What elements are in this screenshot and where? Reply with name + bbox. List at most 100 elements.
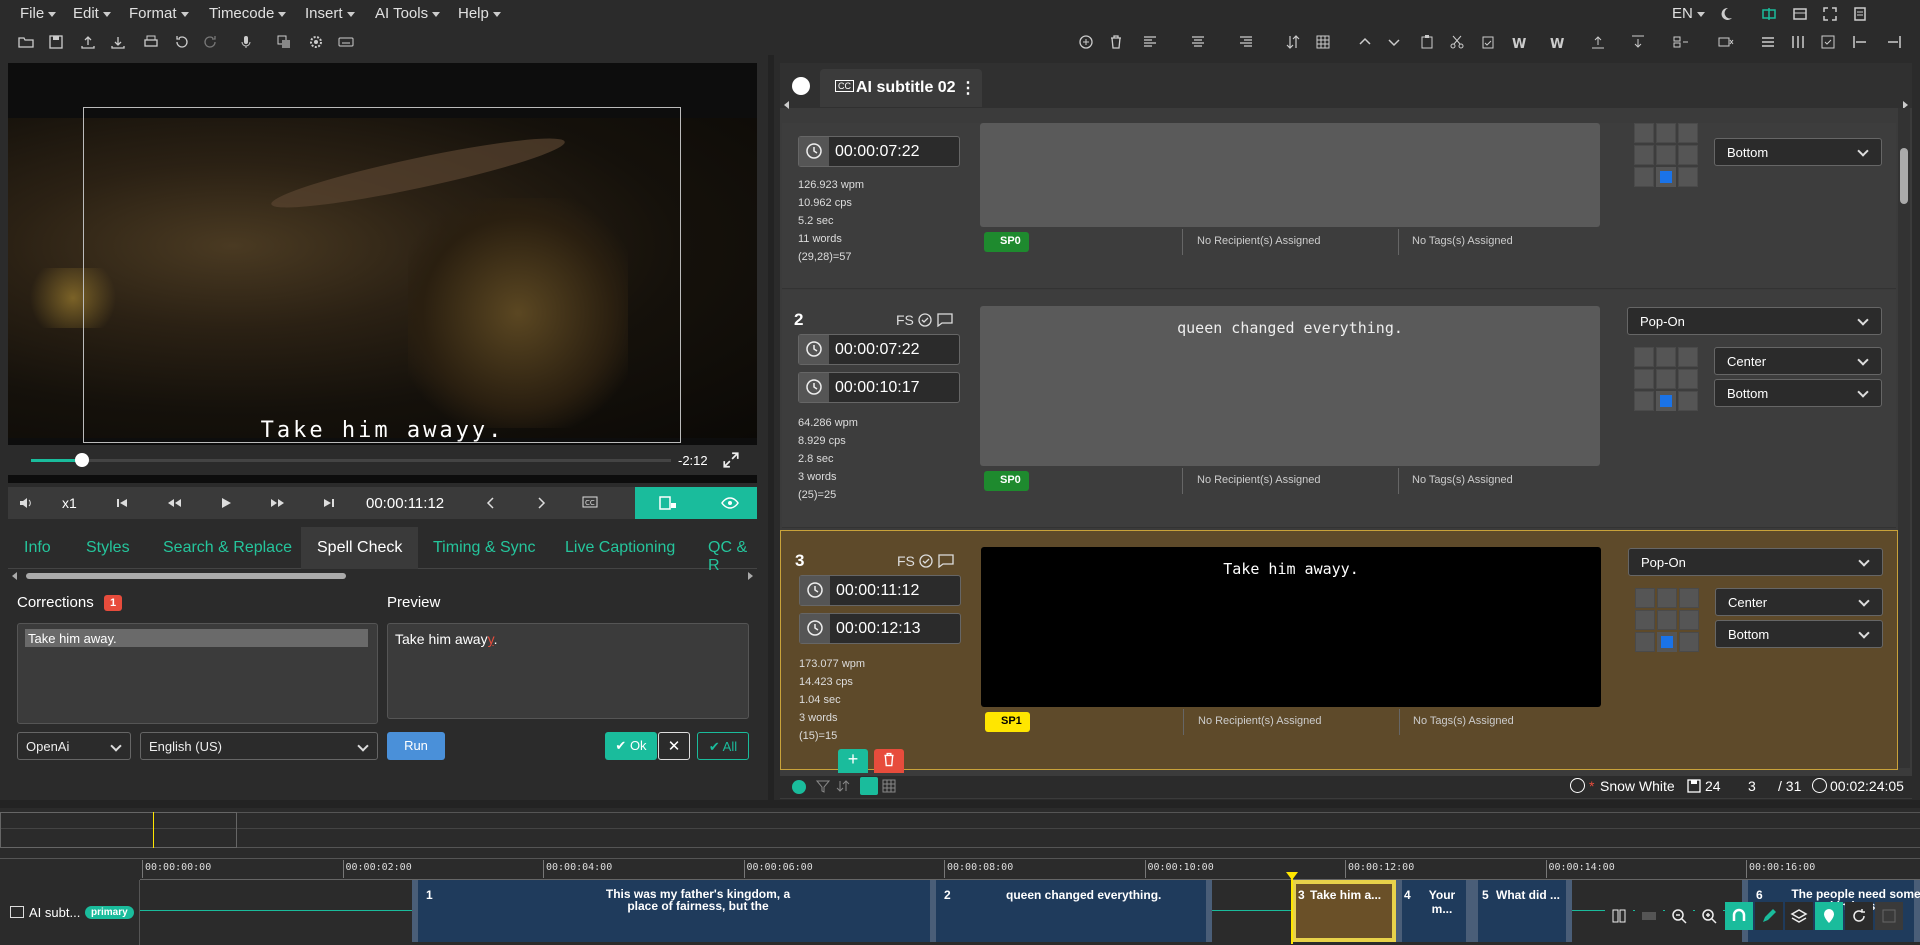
- timeline-clip-1[interactable]: 1 This was my father's kingdom, a place o…: [412, 880, 936, 942]
- translate-icon[interactable]: [276, 34, 292, 50]
- language-menu[interactable]: EN: [1672, 5, 1705, 22]
- position-cell[interactable]: [1656, 145, 1676, 165]
- chevron-down-icon[interactable]: [1386, 34, 1402, 50]
- timeline-viewport[interactable]: [0, 812, 237, 848]
- in-timecode-field[interactable]: 00:00:11:12: [799, 575, 961, 606]
- out-timecode-field[interactable]: 00:00:07:22: [798, 136, 960, 167]
- table-icon[interactable]: [1315, 34, 1331, 50]
- corrections-list[interactable]: Take him away.: [17, 623, 378, 724]
- recipient-label[interactable]: No Recipient(s) Assigned: [1197, 235, 1321, 247]
- vertical-align-select[interactable]: Bottom: [1715, 620, 1883, 648]
- more-vertical-icon[interactable]: ⋮: [960, 78, 976, 98]
- cc-lock-icon[interactable]: CC: [582, 495, 602, 511]
- ignore-button[interactable]: ✕: [658, 732, 690, 760]
- settings-gear-icon[interactable]: [308, 34, 324, 50]
- position-cell[interactable]: [1634, 123, 1654, 143]
- position-grid[interactable]: [1634, 123, 1698, 187]
- position-cell[interactable]: [1656, 369, 1676, 389]
- notes-icon[interactable]: [1852, 6, 1868, 22]
- menu-insert[interactable]: Insert: [305, 5, 355, 22]
- chevron-up-icon[interactable]: [1357, 34, 1373, 50]
- check-circle-icon[interactable]: [919, 554, 933, 568]
- menu-ai-tools[interactable]: AI Tools: [375, 5, 440, 22]
- correction-item[interactable]: Take him away.: [25, 629, 368, 647]
- timeline-overview[interactable]: [0, 812, 1920, 829]
- position-cell[interactable]: [1678, 145, 1698, 165]
- engine-select[interactable]: OpenAi: [17, 732, 131, 760]
- position-cell[interactable]: [1678, 369, 1698, 389]
- position-cell[interactable]: [1657, 588, 1677, 608]
- location-pin-icon[interactable]: [1815, 902, 1843, 930]
- grid-toggle-icon[interactable]: [1875, 902, 1903, 930]
- keyboard-icon[interactable]: [338, 34, 354, 50]
- recipient-label[interactable]: No Recipient(s) Assigned: [1198, 715, 1322, 727]
- check-circle-icon[interactable]: [918, 313, 932, 327]
- text-down-icon[interactable]: [1630, 34, 1646, 50]
- caption-mode-select[interactable]: Pop-On: [1628, 548, 1883, 576]
- sort-icon[interactable]: [1285, 34, 1301, 50]
- position-cell[interactable]: [1635, 610, 1655, 630]
- position-cell[interactable]: [1678, 347, 1698, 367]
- horizontal-align-select[interactable]: Center: [1715, 588, 1883, 616]
- align-right-icon[interactable]: [1238, 34, 1254, 50]
- eye-icon[interactable]: [721, 495, 739, 511]
- panel-splitter[interactable]: [768, 55, 774, 800]
- ok-button[interactable]: ✔ Ok: [605, 732, 657, 760]
- align-start-icon[interactable]: [1852, 34, 1868, 50]
- scroll-left-icon[interactable]: [12, 572, 17, 580]
- tab-search-replace[interactable]: Search & Replace: [163, 539, 292, 557]
- trash-icon[interactable]: [1108, 34, 1124, 50]
- menu-format[interactable]: Format: [129, 5, 189, 22]
- editor-scrollbar[interactable]: [1898, 108, 1910, 768]
- subtitle-card-3-selected[interactable]: 3 FS 00:00:11:12 00:00:12:13 173.077 wpm…: [780, 530, 1898, 773]
- timeline-overview-lower[interactable]: [0, 830, 1920, 848]
- comment-icon[interactable]: [938, 554, 954, 568]
- timeline-clip-3-selected[interactable]: 3 Take him a...: [1292, 880, 1396, 942]
- book-icon[interactable]: [1605, 902, 1633, 930]
- card-view-icon[interactable]: [860, 777, 878, 795]
- position-cell[interactable]: [1635, 588, 1655, 608]
- info-icon[interactable]: [792, 77, 810, 95]
- moon-icon[interactable]: [1718, 6, 1734, 22]
- speed-select[interactable]: x1: [62, 495, 77, 511]
- columns-icon[interactable]: [1790, 34, 1806, 50]
- paste-icon[interactable]: [1419, 34, 1435, 50]
- zoom-in-icon[interactable]: [1695, 902, 1723, 930]
- video-player[interactable]: Take him awayy.: [8, 63, 757, 483]
- split-icon[interactable]: [1673, 34, 1689, 50]
- tags-label[interactable]: No Tags(s) Assigned: [1412, 235, 1513, 247]
- tab-live-captioning[interactable]: Live Captioning: [565, 539, 675, 557]
- horizontal-align-select[interactable]: Center: [1714, 347, 1882, 375]
- subtitle-text-box[interactable]: Take him awayy.: [981, 547, 1601, 707]
- position-cell[interactable]: [1657, 610, 1677, 630]
- menu-help[interactable]: Help: [458, 5, 501, 22]
- recipient-label[interactable]: No Recipient(s) Assigned: [1197, 474, 1321, 486]
- tags-label[interactable]: No Tags(s) Assigned: [1412, 474, 1513, 486]
- position-cell[interactable]: [1634, 391, 1654, 411]
- rewind-icon[interactable]: [166, 496, 182, 510]
- in-timecode-field[interactable]: 00:00:07:22: [798, 334, 960, 365]
- redo-icon[interactable]: [203, 34, 219, 50]
- subtitle-card-2[interactable]: 2 FS 00:00:07:22 00:00:10:17 64.286 wpm …: [782, 290, 1896, 528]
- timeline-clip-2[interactable]: 2 queen changed everything.: [930, 880, 1212, 942]
- download-icon[interactable]: [110, 34, 126, 50]
- position-grid[interactable]: [1635, 588, 1699, 652]
- undo-icon[interactable]: [173, 34, 189, 50]
- delete-subtitle-button[interactable]: [874, 749, 904, 773]
- caption-icon[interactable]: [1635, 902, 1663, 930]
- tab-info[interactable]: Info: [24, 539, 51, 557]
- subtitle-text-box[interactable]: queen changed everything.: [980, 306, 1600, 466]
- microphone-icon[interactable]: [238, 34, 254, 50]
- position-cell[interactable]: [1634, 145, 1654, 165]
- filter-icon[interactable]: [816, 779, 830, 793]
- position-cell[interactable]: [1634, 369, 1654, 389]
- film-lock-icon[interactable]: [659, 495, 677, 511]
- layout-toggle-icon[interactable]: [1761, 6, 1777, 22]
- comment-icon[interactable]: [937, 313, 953, 327]
- tabs-scrollbar[interactable]: [8, 569, 757, 583]
- tab-timing-sync[interactable]: Timing & Sync: [433, 539, 536, 557]
- pencil-icon[interactable]: [1755, 902, 1783, 930]
- speaker-badge[interactable]: SP1: [985, 712, 1030, 732]
- caption-mode-select[interactable]: Pop-On: [1627, 307, 1882, 335]
- save-icon[interactable]: [48, 34, 64, 50]
